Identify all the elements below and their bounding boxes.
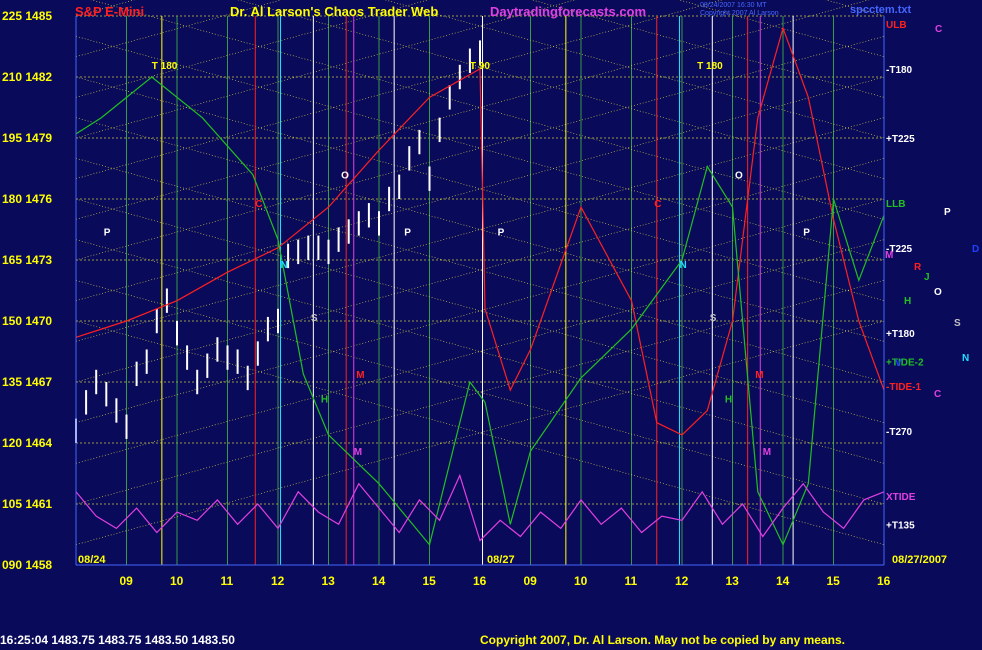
right-label: +T135 bbox=[886, 520, 915, 531]
chart-annotation: C bbox=[255, 199, 262, 210]
legend-letter: D bbox=[972, 244, 979, 255]
legend-letter: V bbox=[895, 358, 902, 369]
chart-annotation: P bbox=[104, 228, 111, 239]
y-tick-label: 105 1461 bbox=[2, 497, 52, 511]
x-tick-label: 15 bbox=[827, 574, 841, 588]
timestamp: 08/24/2007 16:30 MT bbox=[700, 2, 767, 9]
chart-annotation: N bbox=[281, 260, 288, 271]
chart-annotation: M bbox=[763, 447, 771, 458]
x-tick-label: 13 bbox=[726, 574, 740, 588]
y-tick-label: 210 1482 bbox=[2, 70, 52, 84]
chart-annotation: C bbox=[654, 199, 661, 210]
legend-letter: H bbox=[904, 296, 911, 307]
file-name: spcctem.txt bbox=[850, 4, 912, 16]
y-tick-label: 120 1464 bbox=[2, 436, 52, 450]
x-tick-label: 12 bbox=[675, 574, 689, 588]
chart-annotation: N bbox=[679, 260, 686, 271]
chart-annotation: S bbox=[311, 313, 318, 324]
date-label: 08/24 bbox=[78, 554, 106, 566]
chart-annotation: O bbox=[341, 171, 349, 182]
right-label: -T180 bbox=[886, 65, 913, 76]
chart-annotation: S bbox=[710, 313, 717, 324]
legend-letter: C bbox=[934, 389, 941, 400]
x-tick-label: 10 bbox=[574, 574, 588, 588]
page-title: Dr. Al Larson's Chaos Trader Web bbox=[230, 4, 439, 19]
date-label: 08/27/2007 bbox=[892, 554, 947, 566]
footer-copyright: Copyright 2007, Dr. Al Larson. May not b… bbox=[480, 633, 845, 647]
chart-title: S&P E-Mini bbox=[75, 4, 145, 19]
x-tick-label: 14 bbox=[776, 574, 790, 588]
right-label: +T225 bbox=[886, 134, 915, 145]
x-tick-label: 16 bbox=[877, 574, 891, 588]
x-tick-label: 15 bbox=[423, 574, 437, 588]
chart-annotation: P bbox=[404, 228, 411, 239]
chart-annotation: P bbox=[498, 228, 505, 239]
chart-canvas: T 180 T 90 T 180 P P P P O O C C N N S S M M H H M M 225 148… bbox=[0, 0, 982, 650]
right-label: LLB bbox=[886, 199, 905, 210]
legend-letter: C bbox=[935, 24, 942, 35]
legend-letter: R bbox=[914, 262, 922, 273]
y-tick-label: 165 1473 bbox=[2, 253, 52, 267]
x-tick-label: 10 bbox=[170, 574, 184, 588]
chart-annotation: T 180 bbox=[697, 61, 723, 72]
right-label: ULB bbox=[886, 20, 907, 31]
x-tick-label: 16 bbox=[473, 574, 487, 588]
right-label: -T270 bbox=[886, 427, 913, 438]
y-tick-label: 225 1485 bbox=[2, 9, 52, 23]
legend-letter: M bbox=[885, 250, 893, 261]
chart-annotation: M bbox=[354, 447, 362, 458]
legend-letter: P bbox=[944, 207, 951, 218]
y-tick-label: 135 1467 bbox=[2, 375, 52, 389]
chart-background bbox=[0, 0, 982, 650]
chart-annotation: P bbox=[803, 228, 810, 239]
right-label: +TIDE-2 bbox=[886, 358, 924, 369]
site-link[interactable]: Daytradingforecasts.com bbox=[490, 4, 646, 19]
chart-annotation: T 90 bbox=[470, 61, 490, 72]
y-tick-label: 180 1476 bbox=[2, 192, 52, 206]
quote-readout: 16:25:04 1483.75 1483.75 1483.50 1483.50 bbox=[0, 633, 235, 647]
x-tick-label: 11 bbox=[221, 574, 234, 588]
right-label: +T180 bbox=[886, 329, 915, 340]
y-tick-label: 195 1479 bbox=[2, 131, 52, 145]
chart-annotation: O bbox=[735, 171, 743, 182]
x-tick-label: 12 bbox=[271, 574, 285, 588]
legend-letter: S bbox=[954, 318, 961, 329]
chart-annotation: H bbox=[725, 394, 732, 405]
right-label: -TIDE-1 bbox=[886, 382, 921, 393]
chart-annotation: H bbox=[321, 394, 328, 405]
chart-annotation: M bbox=[356, 370, 364, 381]
x-tick-label: 13 bbox=[322, 574, 336, 588]
legend-letter: J bbox=[924, 272, 930, 283]
legend-letter: N bbox=[962, 353, 969, 364]
x-tick-label: 14 bbox=[372, 574, 386, 588]
y-tick-label: 090 1458 bbox=[2, 558, 52, 572]
legend-letter: O bbox=[934, 287, 942, 298]
x-tick-label: 11 bbox=[625, 574, 638, 588]
chart-annotation: T 180 bbox=[152, 61, 178, 72]
chart-annotation: M bbox=[755, 370, 763, 381]
x-tick-label: 09 bbox=[524, 574, 538, 588]
y-tick-label: 150 1470 bbox=[2, 314, 52, 328]
right-label: XTIDE bbox=[886, 492, 916, 503]
date-label: 08/27 bbox=[487, 554, 515, 566]
stamp-copyright: Copyright 2007 Al Larson bbox=[700, 10, 779, 17]
x-tick-label: 09 bbox=[120, 574, 134, 588]
